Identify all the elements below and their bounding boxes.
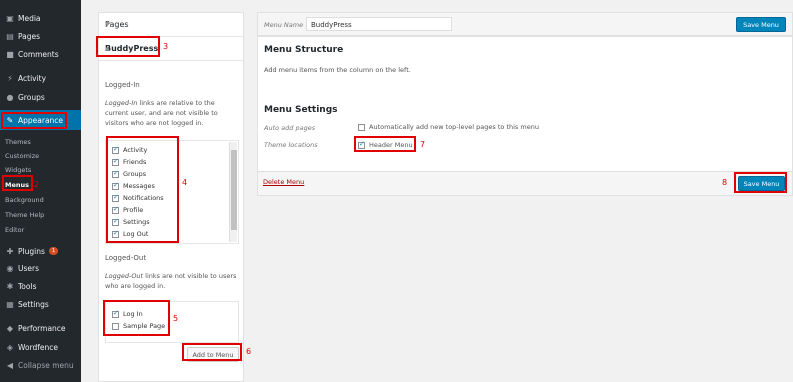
submenu-customize[interactable]: Customize: [5, 152, 39, 160]
annotation-box-logged-in-items: [106, 136, 179, 243]
pages-icon: ▤: [6, 31, 14, 41]
annotation-number-5: 5: [173, 314, 179, 323]
performance-icon: ◆: [6, 323, 14, 333]
submenu-widgets[interactable]: Widgets: [5, 166, 31, 174]
menu-name-label: Menu Name: [264, 21, 304, 29]
submenu-themes[interactable]: Themes: [5, 138, 31, 146]
submenu-theme-help[interactable]: Theme Help: [5, 211, 44, 219]
sidebar-item-performance[interactable]: ◆ Performance: [0, 318, 81, 338]
menu-footer-bar: Delete Menu Save Menu: [258, 171, 792, 195]
theme-locations-label: Theme locations: [264, 141, 318, 149]
plugins-icon: ✚: [6, 246, 14, 256]
menu-edit-box: Menu Structure Add menu items from the c…: [257, 36, 793, 196]
annotation-box-add-to-menu: [182, 343, 242, 361]
collapse-menu[interactable]: ◀ Collapse menu: [0, 355, 81, 375]
logged-in-description: Logged-In links are relative to the curr…: [105, 99, 218, 127]
annotation-number-6: 6: [246, 347, 252, 356]
sidebar-item-groups[interactable]: ● Groups: [0, 87, 81, 107]
menu-settings-title: Menu Settings: [264, 105, 338, 115]
menu-name-bar: Menu Name BuddyPress Save Menu: [257, 12, 793, 36]
groups-icon: ●: [6, 92, 14, 102]
delete-menu-link[interactable]: Delete Menu: [263, 178, 304, 186]
annotation-box-header-menu: [354, 136, 416, 152]
menu-structure-title: Menu Structure: [264, 45, 344, 55]
annotation-box-appearance: [1, 112, 67, 129]
logged-out-description: Logged-Out links are not visible to user…: [105, 272, 237, 290]
annotation-box-save-menu: [734, 172, 787, 193]
comments-icon: ■: [6, 49, 14, 59]
auto-add-pages-option[interactable]: Automatically add new top-level pages to…: [358, 123, 539, 131]
annotation-box-buddypress: [96, 36, 160, 57]
annotation-number-2: 2: [34, 180, 40, 189]
annotation-number-4: 4: [182, 178, 188, 187]
settings-icon: ▦: [6, 299, 14, 309]
activity-icon: ⚡: [7, 73, 13, 83]
media-icon: ▣: [6, 13, 14, 23]
save-menu-button-top[interactable]: Save Menu: [736, 17, 786, 32]
logged-in-heading: Logged-In: [105, 81, 140, 89]
annotation-number-8: 8: [722, 178, 728, 187]
admin-sidebar: ▣ Media ▤ Pages ■ Comments ⚡ Activity ● Group…: [0, 0, 81, 382]
sidebar-item-wordfence[interactable]: ◈ Wordfence: [0, 337, 81, 357]
auto-add-pages-label: Auto add pages: [264, 124, 316, 132]
list-scrollbar[interactable]: [229, 142, 237, 242]
sidebar-item-users[interactable]: ◉ Users: [0, 258, 81, 278]
logged-out-heading: Logged-Out: [105, 254, 147, 262]
annotation-box-logged-out-items: [103, 300, 170, 336]
wordfence-icon: ◈: [6, 342, 14, 352]
annotation-number-7: 7: [420, 140, 426, 149]
caret-down-icon: ▼: [105, 21, 110, 28]
sidebar-item-pages[interactable]: ▤ Pages: [0, 26, 81, 46]
collapse-icon: ◀: [6, 360, 14, 370]
sidebar-item-media[interactable]: ▣ Media: [0, 8, 81, 28]
submenu-editor[interactable]: Editor: [5, 226, 24, 234]
checkbox-unchecked[interactable]: [358, 123, 365, 131]
annotation-box-menus: [2, 175, 33, 191]
sidebar-item-settings[interactable]: ▦ Settings: [0, 294, 81, 314]
tools-icon: ✱: [6, 281, 14, 291]
sidebar-item-comments[interactable]: ■ Comments: [0, 44, 81, 64]
plugins-update-badge: 1: [48, 247, 59, 255]
sidebar-item-activity[interactable]: ⚡ Activity: [0, 68, 81, 88]
users-icon: ◉: [6, 263, 14, 273]
sidebar-item-tools[interactable]: ✱ Tools: [0, 276, 81, 296]
scrollbar-thumb[interactable]: [231, 150, 237, 230]
annotation-number-3: 3: [163, 42, 169, 51]
submenu-background[interactable]: Background: [5, 196, 44, 204]
menu-name-input[interactable]: BuddyPress: [306, 17, 452, 31]
menu-structure-description: Add menu items from the column on the le…: [264, 66, 411, 74]
pages-accordion-header[interactable]: Pages ▼: [99, 13, 243, 37]
